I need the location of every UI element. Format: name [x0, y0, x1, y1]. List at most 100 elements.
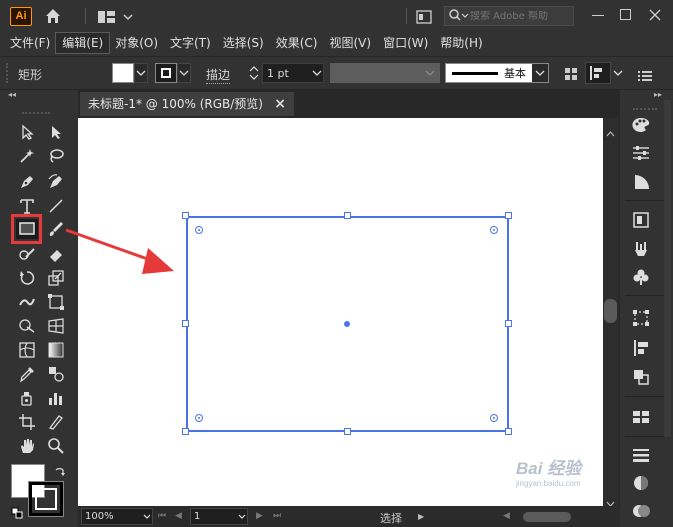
curvature-tool-icon[interactable] — [45, 172, 67, 192]
resize-handle-top-right[interactable] — [505, 212, 512, 219]
document-tab[interactable]: 未标题-1* @ 100% (RGB/预览) × — [80, 92, 294, 116]
close-tab-icon[interactable]: × — [274, 92, 286, 116]
search-input[interactable] — [470, 10, 570, 22]
menu-file[interactable]: 文件(F) — [4, 33, 56, 53]
menu-select[interactable]: 选择(S) — [217, 33, 270, 53]
gradient-panel-icon[interactable] — [629, 171, 653, 193]
libraries-panel-icon[interactable] — [629, 209, 653, 231]
scroll-down-icon[interactable] — [606, 492, 615, 507]
selection-tool-icon[interactable] — [16, 122, 38, 142]
artboard-canvas[interactable]: Bai 经验 jingyan.baidu.com — [78, 118, 603, 506]
vertical-scrollbar[interactable] — [603, 118, 618, 507]
hand-tool-icon[interactable] — [16, 436, 38, 456]
scroll-thumb[interactable] — [604, 299, 617, 323]
stroke-weight-input[interactable]: 1 pt — [262, 63, 324, 83]
type-tool-icon[interactable] — [16, 196, 38, 216]
swap-fill-stroke-icon[interactable] — [53, 464, 67, 478]
default-fill-stroke-icon[interactable] — [11, 504, 23, 519]
column-graph-tool-icon[interactable] — [45, 388, 67, 408]
close-button[interactable] — [648, 7, 662, 21]
resize-handle-bottom-right[interactable] — [505, 428, 512, 435]
gradient-tool-icon[interactable] — [45, 340, 67, 360]
artboard-number-input[interactable]: 1 — [190, 508, 248, 525]
toolbar-collapse-icon[interactable]: ◂◂ — [8, 91, 22, 99]
line-segment-tool-icon[interactable] — [45, 196, 67, 216]
lasso-tool-icon[interactable] — [45, 146, 67, 166]
maximize-button[interactable] — [620, 9, 631, 20]
pathfinder-panel-icon[interactable] — [629, 366, 653, 388]
zoom-tool-icon[interactable] — [45, 436, 67, 456]
scroll-up-icon[interactable] — [606, 122, 615, 137]
rotate-tool-icon[interactable] — [16, 268, 38, 288]
stroke-label[interactable]: 描边 — [206, 66, 231, 84]
fill-swatch[interactable] — [112, 63, 134, 83]
perspective-grid-tool-icon[interactable] — [45, 316, 67, 336]
resize-handle-top[interactable] — [344, 212, 351, 219]
variable-width-profile[interactable] — [330, 63, 440, 83]
corner-widget-bottom-left[interactable] — [195, 414, 203, 422]
resize-handle-bottom-left[interactable] — [182, 428, 189, 435]
width-tool-icon[interactable] — [16, 292, 38, 312]
last-artboard-icon[interactable]: ⏭ — [273, 511, 281, 521]
corner-widget-bottom-right[interactable] — [490, 414, 498, 422]
corner-widget-top-left[interactable] — [195, 226, 203, 234]
first-artboard-icon[interactable]: ⏮ — [158, 511, 166, 521]
prev-artboard-icon[interactable]: ◀ — [175, 511, 182, 521]
magic-wand-tool-icon[interactable] — [16, 146, 38, 166]
horizontal-scroll-thumb[interactable] — [523, 512, 571, 522]
right-panel-collapse-icon[interactable]: ▸▸ — [654, 91, 668, 99]
right-dock-scrollbar[interactable] — [664, 100, 671, 437]
brush-definition-dropdown[interactable]: 基本 — [445, 63, 549, 83]
scroll-left-icon[interactable]: ◀ — [503, 511, 510, 521]
stroke-stepper-icon[interactable] — [247, 63, 261, 83]
swatches-panel-icon[interactable] — [629, 406, 653, 428]
resize-handle-top-left[interactable] — [182, 212, 189, 219]
symbols-panel-icon[interactable] — [629, 266, 653, 288]
zoom-dropdown[interactable]: 100% — [81, 508, 153, 525]
free-transform-tool-icon[interactable] — [45, 292, 67, 312]
menu-type[interactable]: 文字(T) — [164, 33, 217, 53]
chevron-down-icon[interactable] — [612, 63, 624, 83]
resize-handle-right[interactable] — [505, 320, 512, 327]
eyedropper-tool-icon[interactable] — [16, 364, 38, 384]
shaper-tool-icon[interactable] — [16, 244, 38, 264]
transform-panel-icon[interactable] — [629, 307, 653, 329]
minimize-button[interactable] — [592, 15, 604, 16]
stroke-color-box[interactable] — [28, 481, 64, 517]
properties-panel-icon[interactable] — [629, 142, 653, 164]
workspace-switcher-icon[interactable] — [98, 9, 134, 23]
status-menu-icon[interactable]: ▶ — [418, 512, 424, 521]
stroke-panel-icon[interactable] — [629, 444, 653, 466]
corner-widget-top-right[interactable] — [490, 226, 498, 234]
pen-tool-icon[interactable] — [16, 172, 38, 192]
appearance-panel-icon[interactable] — [629, 500, 653, 522]
menu-view[interactable]: 视图(V) — [323, 33, 377, 53]
menu-edit[interactable]: 编辑(E) — [55, 32, 111, 54]
color-panel-icon[interactable] — [629, 114, 653, 136]
symbol-sprayer-tool-icon[interactable] — [16, 388, 38, 408]
transparency-panel-icon[interactable] — [629, 472, 653, 494]
next-artboard-icon[interactable]: ▶ — [256, 511, 263, 521]
current-tool-status[interactable]: 选择 — [380, 510, 402, 526]
menu-window[interactable]: 窗口(W) — [377, 33, 434, 53]
asset-export-panel-icon[interactable] — [629, 238, 653, 260]
menu-object[interactable]: 对象(O) — [109, 33, 164, 53]
stroke-swatch[interactable] — [155, 63, 177, 83]
shape-builder-tool-icon[interactable] — [16, 316, 38, 336]
blend-tool-icon[interactable] — [45, 364, 67, 384]
artboard-tool-icon[interactable] — [16, 412, 38, 432]
resize-handle-bottom[interactable] — [344, 428, 351, 435]
direct-selection-tool-icon[interactable] — [45, 122, 67, 142]
menu-effect[interactable]: 效果(C) — [270, 33, 324, 53]
resize-handle-left[interactable] — [182, 320, 189, 327]
home-icon[interactable] — [44, 7, 62, 25]
grid-layout-icon[interactable] — [564, 66, 578, 80]
fill-dropdown-icon[interactable] — [134, 63, 148, 83]
align-panel-icon[interactable] — [629, 337, 653, 359]
mesh-tool-icon[interactable] — [16, 340, 38, 360]
stroke-dropdown-icon[interactable] — [177, 63, 191, 83]
panel-layout-icon[interactable] — [416, 9, 432, 24]
slice-tool-icon[interactable] — [45, 412, 67, 432]
menu-help[interactable]: 帮助(H) — [434, 33, 488, 53]
align-options-icon[interactable] — [585, 62, 611, 84]
